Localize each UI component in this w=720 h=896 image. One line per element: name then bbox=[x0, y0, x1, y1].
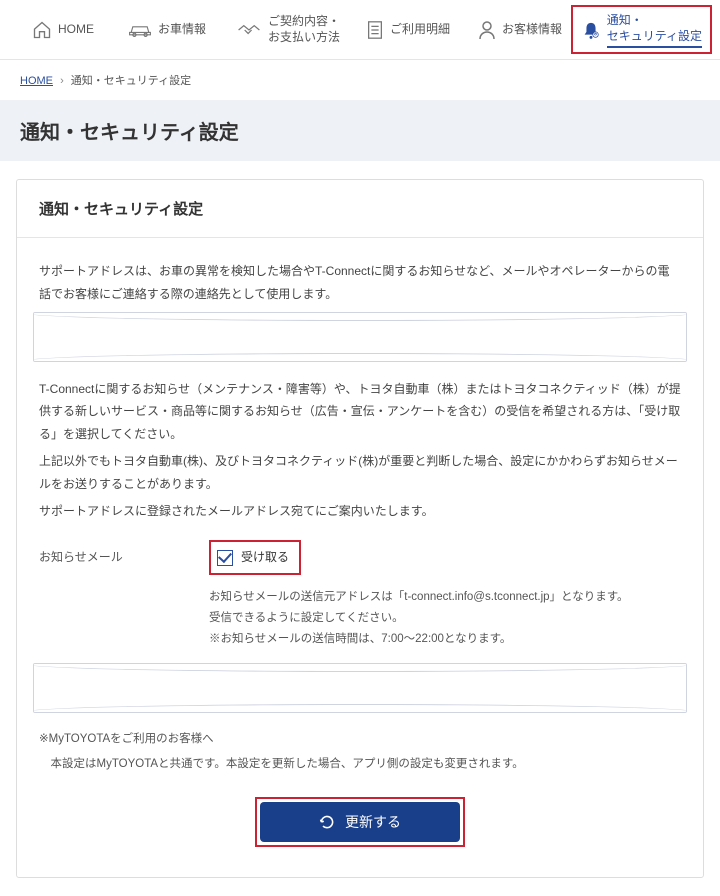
top-nav: HOME お車情報 ご契約内容・ お支払い方法 ご利用明細 お客様情報 通 bbox=[0, 0, 720, 60]
nav-contract[interactable]: ご契約内容・ お支払い方法 bbox=[232, 14, 344, 45]
paragraph-2: 上記以外でもトヨタ自動車(株)、及びトヨタコネクティッド(株)が重要と判断した場… bbox=[39, 450, 681, 496]
intro-text: サポートアドレスは、お車の異常を検知した場合やT-Connectに関するお知らせ… bbox=[39, 260, 681, 306]
breadcrumb: HOME › 通知・セキュリティ設定 bbox=[0, 60, 720, 100]
car-icon bbox=[128, 21, 152, 39]
home-icon bbox=[32, 20, 52, 40]
nav-usage-label: ご利用明細 bbox=[390, 22, 450, 38]
nav-home[interactable]: HOME bbox=[28, 20, 98, 40]
nav-customer[interactable]: お客様情報 bbox=[474, 20, 566, 40]
chevron-right-icon: › bbox=[60, 75, 64, 87]
page-title: 通知・セキュリティ設定 bbox=[20, 116, 700, 145]
page-title-strip: 通知・セキュリティ設定 bbox=[0, 100, 720, 161]
breadcrumb-home[interactable]: HOME bbox=[20, 75, 53, 87]
note-sender: お知らせメールの送信元アドレスは「t-connect.info@s.tconne… bbox=[209, 587, 681, 608]
nav-notify-highlight: 通知・ セキュリティ設定 bbox=[571, 5, 712, 54]
mytoyota-note-body: 本設定はMyTOYOTAと共通です。本設定を更新した場合、アプリ側の設定も変更さ… bbox=[39, 754, 681, 775]
nav-usage[interactable]: ご利用明細 bbox=[362, 20, 454, 40]
breadcrumb-current: 通知・セキュリティ設定 bbox=[71, 75, 191, 87]
nav-home-label: HOME bbox=[58, 22, 94, 38]
section-gap bbox=[33, 312, 687, 362]
section-gap-2 bbox=[33, 663, 687, 713]
note-receive: 受信できるように設定してください。 bbox=[209, 608, 681, 629]
update-button-highlight: 更新する bbox=[255, 797, 465, 847]
receipt-icon bbox=[366, 20, 384, 40]
nav-contract-label: ご契約内容・ お支払い方法 bbox=[268, 14, 340, 45]
receive-checkbox[interactable] bbox=[217, 550, 233, 566]
refresh-icon bbox=[319, 814, 335, 830]
notify-mail-field: お知らせメール 受け取る お知らせメールの送信元アドレスは「t-connect.… bbox=[39, 540, 681, 649]
field-label: お知らせメール bbox=[39, 540, 189, 569]
paragraph-1: T-Connectに関するお知らせ（メンテナンス・障害等）や、トヨタ自動車（株）… bbox=[39, 378, 681, 446]
note-time: ※お知らせメールの送信時間は、7:00～22:00となります。 bbox=[209, 629, 681, 650]
receive-checkbox-label: 受け取る bbox=[241, 546, 289, 569]
nav-customer-label: お客様情報 bbox=[502, 22, 562, 38]
settings-card: 通知・セキュリティ設定 サポートアドレスは、お車の異常を検知した場合やT-Con… bbox=[16, 179, 704, 878]
card-title: 通知・セキュリティ設定 bbox=[17, 180, 703, 238]
update-button[interactable]: 更新する bbox=[260, 802, 460, 842]
mytoyota-note-head: ※MyTOYOTAをご利用のお客様へ bbox=[39, 729, 681, 750]
handshake-icon bbox=[236, 21, 262, 39]
user-icon bbox=[478, 20, 496, 40]
nav-notify[interactable]: 通知・ セキュリティ設定 bbox=[581, 13, 702, 48]
receive-checkbox-highlight: 受け取る bbox=[209, 540, 301, 575]
bell-icon bbox=[581, 21, 601, 41]
nav-car-info[interactable]: お車情報 bbox=[124, 21, 210, 39]
nav-notify-label: 通知・ セキュリティ設定 bbox=[607, 13, 702, 48]
update-button-label: 更新する bbox=[345, 812, 401, 832]
nav-car-label: お車情報 bbox=[158, 22, 206, 38]
paragraph-3: サポートアドレスに登録されたメールアドレス宛てにご案内いたします。 bbox=[39, 500, 681, 523]
